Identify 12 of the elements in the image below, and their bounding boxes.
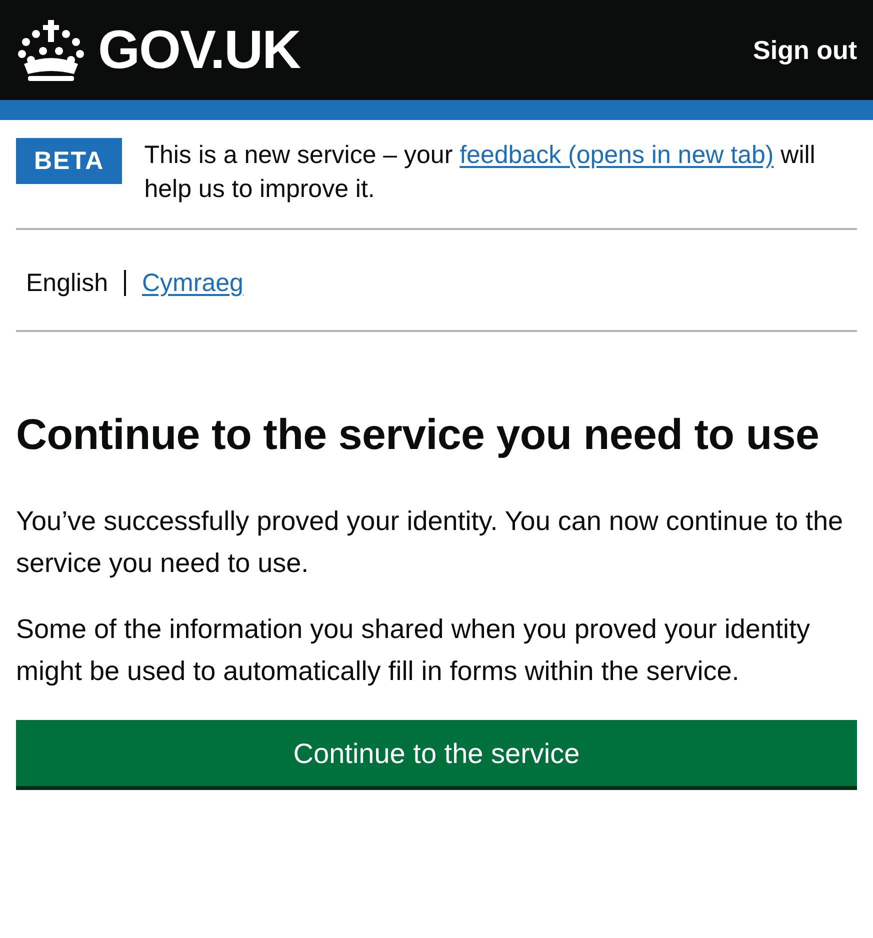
crown-icon — [16, 18, 86, 82]
page-heading: Continue to the service you need to use — [16, 410, 820, 461]
feedback-link[interactable]: feedback (opens in new tab) — [460, 141, 774, 169]
continue-button[interactable]: Continue to the service — [16, 720, 857, 786]
sign-out-link[interactable]: Sign out — [753, 34, 857, 66]
logo-text[interactable]: GOV.UK — [98, 19, 300, 81]
banner-text: This is a new service – your feedback (opens in new tab) will help us to improve it. — [144, 140, 816, 205]
language-link[interactable]: Cymraeg — [142, 266, 244, 300]
beta-tag: BETA — [16, 138, 122, 184]
body-text: You’ve successfully proved your identity. You can now continue to the service you need to use. — [16, 505, 844, 580]
language-current: English — [26, 268, 108, 299]
body-text: Some of the information you shared when you proved your identity might be used to automatically fill in forms within the service. — [16, 613, 811, 688]
